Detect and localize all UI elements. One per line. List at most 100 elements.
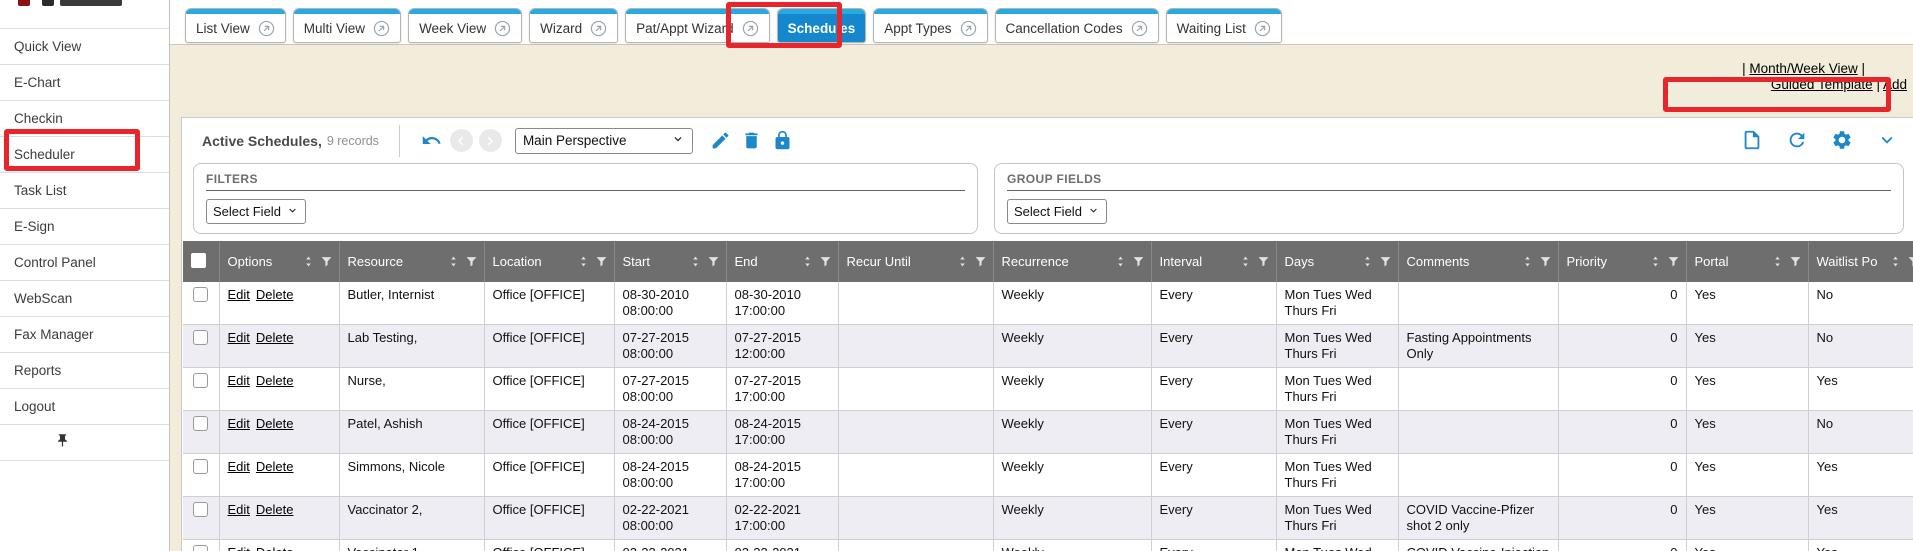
funnel-filter-icon[interactable] [819, 255, 832, 268]
external-link-icon[interactable] [1131, 20, 1148, 37]
sidebar-item-reports[interactable]: Reports [0, 353, 169, 389]
sort-icon[interactable] [801, 255, 814, 268]
column-header-waitlist-po[interactable]: Waitlist Po [1808, 241, 1913, 282]
column-header-end[interactable]: End [726, 241, 838, 282]
sidebar-item-scheduler[interactable]: Scheduler [0, 137, 169, 173]
external-link-icon[interactable] [1254, 20, 1271, 37]
sort-icon[interactable] [689, 255, 702, 268]
pencil-icon[interactable] [710, 130, 731, 151]
sidebar-item-e-chart[interactable]: E-Chart [0, 65, 169, 101]
funnel-filter-icon[interactable] [1907, 255, 1913, 268]
sidebar-item-e-sign[interactable]: E-Sign [0, 209, 169, 245]
column-header-recurrence[interactable]: Recurrence [993, 241, 1151, 282]
sort-icon[interactable] [1239, 255, 1252, 268]
sort-icon[interactable] [956, 255, 969, 268]
sort-icon[interactable] [302, 255, 315, 268]
column-header-comments[interactable]: Comments [1398, 241, 1558, 282]
sort-icon[interactable] [577, 255, 590, 268]
row-checkbox[interactable] [193, 545, 208, 551]
month-week-view-link[interactable]: Month/Week View [1749, 61, 1857, 76]
perspective-select[interactable]: Main Perspective [515, 128, 693, 154]
column-header-location[interactable]: Location [484, 241, 614, 282]
column-header-resource[interactable]: Resource [339, 241, 484, 282]
delete-link[interactable]: Delete [256, 545, 294, 551]
add-link[interactable]: Add [1883, 77, 1907, 92]
row-checkbox[interactable] [193, 459, 208, 474]
tab-pat-appt-wizard[interactable]: Pat/Appt Wizard [625, 8, 770, 43]
funnel-filter-icon[interactable] [595, 255, 608, 268]
funnel-filter-icon[interactable] [1789, 255, 1802, 268]
edit-link[interactable]: Edit [228, 330, 250, 345]
sort-icon[interactable] [1771, 255, 1784, 268]
tab-appt-types[interactable]: Appt Types [873, 8, 987, 43]
sort-icon[interactable] [447, 255, 460, 268]
tab-wizard[interactable]: Wizard [529, 8, 618, 43]
tab-waiting-list[interactable]: Waiting List [1166, 8, 1282, 43]
sidebar-item-logout[interactable]: Logout [0, 389, 169, 425]
external-link-icon[interactable] [494, 20, 511, 37]
delete-link[interactable]: Delete [256, 373, 294, 388]
sort-icon[interactable] [1649, 255, 1662, 268]
edit-link[interactable]: Edit [228, 373, 250, 388]
row-checkbox[interactable] [193, 373, 208, 388]
column-header-recur-until[interactable]: Recur Until [838, 241, 993, 282]
external-link-icon[interactable] [742, 20, 759, 37]
select-all-checkbox[interactable] [191, 253, 206, 268]
delete-link[interactable]: Delete [256, 287, 294, 302]
refresh-icon[interactable] [1786, 129, 1808, 151]
delete-link[interactable]: Delete [256, 502, 294, 517]
sidebar-item-task-list[interactable]: Task List [0, 173, 169, 209]
group-select-field[interactable]: Select Field [1007, 199, 1107, 224]
funnel-filter-icon[interactable] [1132, 255, 1145, 268]
pushpin-icon[interactable] [55, 433, 70, 453]
edit-link[interactable]: Edit [228, 287, 250, 302]
collapse-chevron-icon[interactable] [1876, 129, 1898, 151]
guided-template-link[interactable]: Guided Template [1771, 77, 1873, 92]
column-header-start[interactable]: Start [614, 241, 726, 282]
funnel-filter-icon[interactable] [1257, 255, 1270, 268]
funnel-filter-icon[interactable] [1539, 255, 1552, 268]
settings-gear-icon[interactable] [1831, 129, 1853, 151]
row-checkbox[interactable] [193, 330, 208, 345]
row-checkbox[interactable] [193, 287, 208, 302]
edit-link[interactable]: Edit [228, 459, 250, 474]
funnel-filter-icon[interactable] [1379, 255, 1392, 268]
tab-week-view[interactable]: Week View [408, 8, 522, 43]
row-checkbox[interactable] [193, 416, 208, 431]
funnel-filter-icon[interactable] [974, 255, 987, 268]
external-link-icon[interactable] [960, 20, 977, 37]
funnel-filter-icon[interactable] [465, 255, 478, 268]
page-prev-icon[interactable] [450, 129, 473, 152]
delete-link[interactable]: Delete [256, 330, 294, 345]
undo-icon[interactable] [421, 130, 442, 151]
sidebar-item-webscan[interactable]: WebScan [0, 281, 169, 317]
sort-icon[interactable] [1361, 255, 1374, 268]
external-link-icon[interactable] [590, 20, 607, 37]
tab-cancellation-codes[interactable]: Cancellation Codes [995, 8, 1159, 43]
column-header-portal[interactable]: Portal [1686, 241, 1808, 282]
tab-multi-view[interactable]: Multi View [293, 8, 401, 43]
trash-icon[interactable] [741, 130, 762, 151]
column-header-options[interactable]: Options [219, 241, 339, 282]
column-header-interval[interactable]: Interval [1151, 241, 1276, 282]
column-header-priority[interactable]: Priority [1558, 241, 1686, 282]
column-header-days[interactable]: Days [1276, 241, 1398, 282]
funnel-filter-icon[interactable] [1667, 255, 1680, 268]
sort-icon[interactable] [1889, 255, 1902, 268]
external-link-icon[interactable] [258, 20, 275, 37]
sort-icon[interactable] [1521, 255, 1534, 268]
sidebar-item-quick-view[interactable]: Quick View [0, 29, 169, 65]
funnel-filter-icon[interactable] [707, 255, 720, 268]
delete-link[interactable]: Delete [256, 416, 294, 431]
tab-list-view[interactable]: List View [185, 8, 286, 43]
page-next-icon[interactable] [479, 129, 502, 152]
lock-icon[interactable] [772, 130, 793, 151]
filters-select-field[interactable]: Select Field [206, 199, 306, 224]
sidebar-item-fax-manager[interactable]: Fax Manager [0, 317, 169, 353]
edit-link[interactable]: Edit [228, 416, 250, 431]
tab-schedules[interactable]: Schedules [777, 8, 867, 43]
funnel-filter-icon[interactable] [320, 255, 333, 268]
delete-link[interactable]: Delete [256, 459, 294, 474]
sidebar-item-checkin[interactable]: Checkin [0, 101, 169, 137]
external-link-icon[interactable] [373, 20, 390, 37]
